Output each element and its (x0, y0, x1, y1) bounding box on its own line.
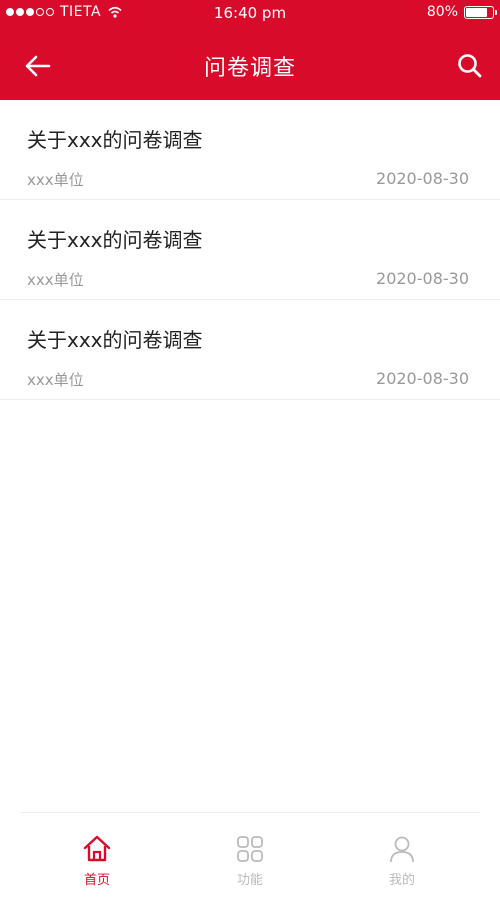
item-unit: xxx单位 (27, 271, 84, 289)
list-item[interactable]: 关于xxx的问卷调查 xxx单位 2020-08-30 (0, 200, 500, 300)
tab-home-label: 首页 (83, 873, 110, 888)
survey-list: 关于xxx的问卷调查 xxx单位 2020-08-30 关于xxx的问卷调查 x… (0, 100, 500, 400)
tab-functions[interactable]: 功能 (200, 834, 300, 894)
item-unit: xxx单位 (27, 171, 84, 189)
tab-bar-divider (20, 812, 480, 813)
item-date: 2020-08-30 (376, 269, 469, 288)
tab-functions-label: 功能 (236, 873, 263, 888)
tab-profile[interactable]: 我的 (352, 834, 452, 894)
grid-icon (237, 836, 263, 862)
list-item[interactable]: 关于xxx的问卷调查 xxx单位 2020-08-30 (0, 300, 500, 400)
search-icon[interactable] (454, 50, 486, 82)
home-icon (83, 835, 111, 862)
status-right: 80% (426, 4, 497, 20)
item-unit: xxx单位 (27, 371, 84, 389)
list-item[interactable]: 关于xxx的问卷调查 xxx单位 2020-08-30 (0, 100, 500, 200)
status-time: 16:40 pm (213, 4, 287, 22)
item-title: 关于xxx的问卷调查 (27, 128, 203, 152)
page-title: 问卷调查 (203, 56, 296, 81)
item-date: 2020-08-30 (376, 369, 469, 388)
item-title: 关于xxx的问卷调查 (27, 328, 203, 352)
status-bar: TIETA 16:40 pm 80% (0, 0, 500, 26)
tab-bar: 首页 功能 我的 (0, 812, 500, 901)
tab-home[interactable]: 首页 (47, 834, 147, 894)
header: TIETA 16:40 pm 80% 问卷调查 (0, 0, 500, 100)
item-title: 关于xxx的问卷调查 (27, 228, 203, 252)
item-date: 2020-08-30 (376, 169, 469, 188)
tab-profile-label: 我的 (388, 873, 415, 888)
battery-percent: 80% (426, 4, 458, 20)
battery-icon (464, 5, 497, 19)
user-icon (390, 836, 414, 863)
